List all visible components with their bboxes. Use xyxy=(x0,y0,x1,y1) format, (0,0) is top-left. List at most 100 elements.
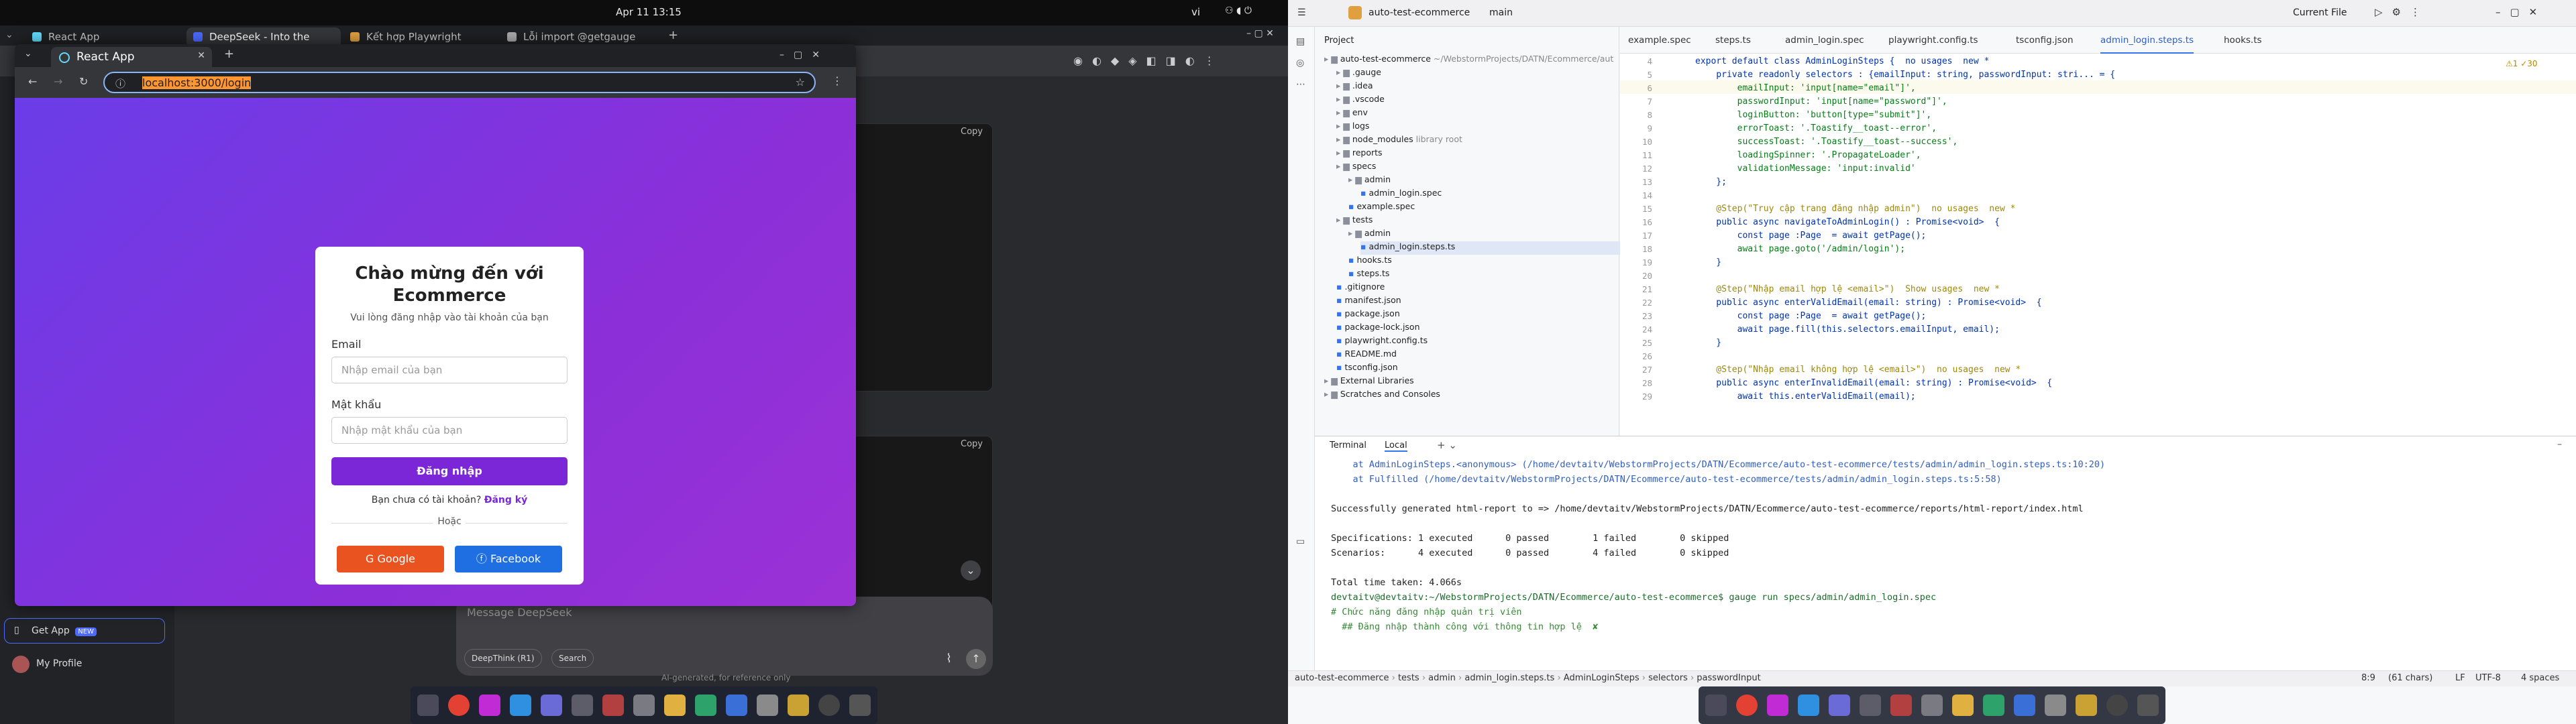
vscode-icon[interactable] xyxy=(1798,695,1819,716)
run-config-selector[interactable]: Current File xyxy=(2293,7,2347,18)
editor-tab[interactable]: hooks.ts xyxy=(2224,35,2262,46)
breadcrumb-item[interactable]: admin xyxy=(1428,673,1456,683)
new-terminal-button[interactable]: + ⌄ xyxy=(1437,439,1457,451)
app-icon[interactable] xyxy=(633,695,655,716)
clock[interactable]: Apr 11 13:15 xyxy=(616,6,682,18)
code-area[interactable]: 4 export default class AdminLoginSteps { … xyxy=(1620,56,2553,436)
extension-icons[interactable]: ◉◐◆◈◧◨◐⋮ xyxy=(1073,54,1224,67)
tab-list-icon[interactable]: ⌄ xyxy=(24,48,32,59)
window-controls[interactable]: –▢✕ xyxy=(780,50,829,60)
tree-item[interactable]: ▸ ▆ admin xyxy=(1348,174,1391,188)
back-icon[interactable]: ← xyxy=(28,75,37,88)
webstorm-icon[interactable] xyxy=(479,695,500,716)
app-icon[interactable] xyxy=(1860,695,1881,716)
tree-item[interactable]: ▪ README.md xyxy=(1336,349,1397,362)
window-controls[interactable]: – ▢ ✕ xyxy=(1246,28,1274,39)
code-line[interactable]: validationMessage: 'input:invalid' xyxy=(1695,164,1916,174)
code-line[interactable]: passwordInput: 'input[name="password"]', xyxy=(1695,97,1947,107)
line-separator[interactable]: LF xyxy=(2455,673,2465,683)
tree-item[interactable]: ▪ .gitignore xyxy=(1336,282,1385,295)
tree-item[interactable]: ▸ ▆ Scratches and Consoles xyxy=(1324,389,1440,402)
popup-tab[interactable]: React App ✕ xyxy=(51,47,212,67)
editor-tab[interactable]: tsconfig.json xyxy=(2016,35,2074,46)
code-line[interactable]: }; xyxy=(1695,177,1727,187)
copy-button[interactable]: Copy xyxy=(961,127,983,137)
app-icon[interactable] xyxy=(541,695,562,716)
indent-setting[interactable]: 4 spaces xyxy=(2521,673,2559,683)
breadcrumb-item[interactable]: auto-test-ecommerce xyxy=(1295,673,1389,683)
editor-tab[interactable]: playwright.config.ts xyxy=(1888,35,1978,46)
site-info-icon[interactable]: ⓘ xyxy=(115,76,125,90)
tree-item[interactable]: ▸ ▆ .vscode xyxy=(1336,94,1385,107)
tab-gauge-import[interactable]: Lỗi import @getgauge xyxy=(500,27,655,46)
tree-item[interactable]: ▸ ▆ logs xyxy=(1336,121,1369,134)
network-icon[interactable]: ⚇ ◖ ⏻ xyxy=(1225,5,1252,16)
tree-item[interactable]: ▸ ▆ reports xyxy=(1336,147,1383,161)
app-icon[interactable] xyxy=(1983,695,2004,716)
app-icon[interactable] xyxy=(818,695,840,716)
forward-icon[interactable]: → xyxy=(54,75,62,88)
register-link[interactable]: Đăng ký xyxy=(484,495,527,505)
code-line[interactable]: successToast: '.Toastify__toast--success… xyxy=(1695,137,1958,147)
tree-item[interactable]: ▸ ▆ External Libraries xyxy=(1324,375,1414,389)
app-icon[interactable] xyxy=(788,695,809,716)
deepthink-toggle[interactable]: DeepThink (R1) xyxy=(464,649,542,668)
tree-item[interactable]: ▪ admin_login.spec xyxy=(1360,188,1442,201)
code-line[interactable]: public async enterValidEmail(email: stri… xyxy=(1695,298,2041,308)
tab-playwright[interactable]: Kết hợp Playwright xyxy=(343,27,498,46)
get-app-button[interactable]: Get App NEW ▯ xyxy=(4,618,165,644)
breadcrumb-item[interactable]: AdminLoginSteps xyxy=(1564,673,1640,683)
app-icon[interactable] xyxy=(726,695,747,716)
terminal-tab-local[interactable]: Local xyxy=(1385,440,1407,452)
address-bar[interactable]: ⓘ localhost:3000/login ☆ xyxy=(103,72,816,93)
app-icon[interactable] xyxy=(1890,695,1912,716)
url-text[interactable]: localhost:3000/login xyxy=(142,76,252,89)
tab-react-app[interactable]: React App xyxy=(25,27,185,46)
vscode-icon[interactable] xyxy=(510,695,531,716)
editor-tab[interactable]: example.spec xyxy=(1628,35,1691,46)
tree-item[interactable]: ▪ example.spec xyxy=(1348,201,1415,215)
tree-item[interactable]: ▸ ▆ auto-test-ecommerce ~/WebstormProjec… xyxy=(1324,54,1613,67)
new-tab-button[interactable]: + xyxy=(668,28,678,42)
terminal-icon[interactable]: ▭ xyxy=(1296,536,1305,547)
branch-selector[interactable]: main xyxy=(1489,7,1513,18)
tree-item[interactable]: ▪ manifest.json xyxy=(1336,295,1401,308)
code-line[interactable]: @Step("Truy cập trang đăng nhập admin") … xyxy=(1695,204,2015,214)
code-line[interactable]: public async navigateToAdminLogin() : Pr… xyxy=(1695,217,2000,227)
minimize-panel-icon[interactable]: – xyxy=(2557,439,2562,450)
chrome-icon[interactable] xyxy=(448,695,470,716)
chrome-icon[interactable] xyxy=(1736,695,1758,716)
tree-item[interactable]: ▪ tsconfig.json xyxy=(1336,362,1398,375)
search-toggle[interactable]: Search xyxy=(551,649,594,668)
breadcrumb-item[interactable]: admin_login.steps.ts xyxy=(1464,673,1554,683)
code-line[interactable]: } xyxy=(1695,338,1721,348)
terminal-title[interactable]: Terminal xyxy=(1330,440,1366,450)
breadcrumb-item[interactable]: selectors xyxy=(1648,673,1688,683)
editor-tab-active[interactable]: admin_login.steps.ts xyxy=(2100,35,2194,54)
input-language[interactable]: vi xyxy=(1191,6,1200,18)
code-line[interactable]: } xyxy=(1695,257,1721,267)
project-selector[interactable]: auto-test-ecommerce xyxy=(1368,7,1470,18)
code-line[interactable]: await page.fill(this.selectors.emailInpu… xyxy=(1695,324,2000,335)
tab-deepseek[interactable]: DeepSeek - Into the xyxy=(186,27,341,46)
app-icon[interactable] xyxy=(2106,695,2128,716)
app-icon[interactable] xyxy=(1921,695,1943,716)
code-line[interactable]: await this.enterValidEmail(email); xyxy=(1695,391,1916,402)
code-line[interactable]: errorToast: '.Toastify__toast--error', xyxy=(1695,123,1937,133)
caret-position[interactable]: 8:9 xyxy=(2361,673,2375,683)
window-controls[interactable]: –▢✕ xyxy=(2496,6,2546,18)
tree-item[interactable]: ▪ admin_login.steps.ts xyxy=(1360,241,1642,255)
structure-icon[interactable]: ⋯ xyxy=(1296,79,1305,90)
folder-icon[interactable]: ▤ xyxy=(1296,36,1305,47)
password-field[interactable]: Nhập mật khẩu của bạn xyxy=(331,417,568,444)
code-line[interactable]: loginButton: 'button[type="submit"]', xyxy=(1695,110,1932,120)
google-login-button[interactable]: G Google xyxy=(337,546,444,572)
app-icon[interactable] xyxy=(757,695,778,716)
app-icon[interactable] xyxy=(1829,695,1850,716)
app-icon[interactable] xyxy=(695,695,716,716)
code-line[interactable]: emailInput: 'input[name="email"]', xyxy=(1695,83,1916,93)
app-icon[interactable] xyxy=(572,695,593,716)
code-line[interactable]: const page :Page = await getPage(); xyxy=(1695,311,1927,321)
breadcrumb-item[interactable]: passwordInput xyxy=(1697,673,1760,683)
code-line[interactable]: const page :Page = await getPage(); xyxy=(1695,231,1927,241)
